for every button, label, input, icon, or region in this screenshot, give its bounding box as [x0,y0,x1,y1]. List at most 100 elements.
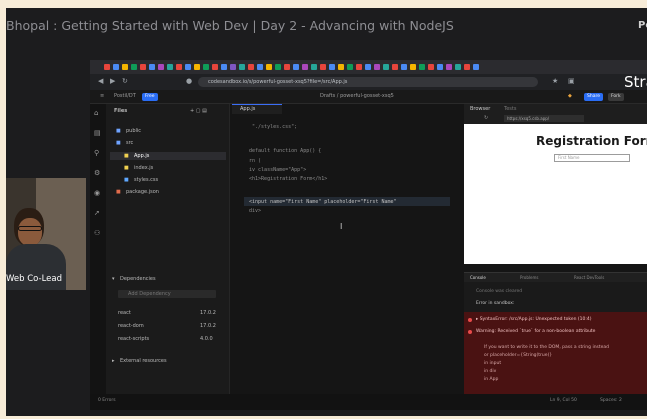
bookmark-favicon-icon[interactable] [446,64,452,70]
bookmark-favicon-icon[interactable] [383,64,389,70]
code-line: div> [246,208,262,214]
bookmark-favicon-icon[interactable] [437,64,443,70]
bookmark-favicon-icon[interactable] [275,64,281,70]
bookmark-favicon-icon[interactable] [122,64,128,70]
bookmark-favicon-icon[interactable] [149,64,155,70]
bookmark-favicon-icon[interactable] [347,64,353,70]
fork-button[interactable]: Fork [608,93,624,101]
participant-video-tile[interactable]: Web Co-Lead [6,178,86,290]
bookmark-favicon-icon[interactable] [140,64,146,70]
tab-react-devtools[interactable]: React DevTools [574,275,604,280]
bookmark-favicon-icon[interactable] [131,64,137,70]
bookmark-favicon-icon[interactable] [113,64,119,70]
bookmark-favicon-icon[interactable] [401,64,407,70]
bookmark-favicon-icon[interactable] [419,64,425,70]
bookmark-favicon-icon[interactable] [104,64,110,70]
bookmark-favicon-icon[interactable] [248,64,254,70]
back-icon[interactable]: ◀ [98,77,103,85]
preview-first-name-input[interactable]: First Name [554,154,630,162]
file-item-public[interactable]: public [126,128,141,134]
settings-icon[interactable]: ⚙ [94,170,101,177]
home-icon[interactable]: ⌂ [94,110,101,117]
deploy-icon[interactable]: ➚ [94,210,101,217]
reload-icon[interactable]: ↻ [122,77,128,85]
dependency-version: 4.0.0 [200,336,213,342]
add-dependency-input[interactable]: Add Dependency [118,290,216,298]
bookmark-favicon-icon[interactable] [464,64,470,70]
js-file-icon: ■ [124,165,129,171]
team-icon[interactable]: ⚇ [94,230,101,237]
bookmark-favicon-icon[interactable] [212,64,218,70]
file-item-styles-css[interactable]: styles.css [134,177,158,183]
preview-reload-icon[interactable]: ↻ [484,115,488,121]
status-cursor-position: Ln 9, Col 50 [550,398,577,403]
external-resources-chevron-icon[interactable]: ▸ [112,358,115,364]
bookmark-favicon-icon[interactable] [239,64,245,70]
bookmark-favicon-icon[interactable] [365,64,371,70]
file-item-src[interactable]: src [126,140,133,146]
bookmark-favicon-icon[interactable] [230,64,236,70]
search-icon[interactable]: ⚲ [94,150,101,157]
new-file-icon[interactable]: + ▢ ▤ [190,108,207,114]
external-resources-header[interactable]: External resources [120,358,167,364]
status-errors[interactable]: 0 Errors [98,398,116,403]
bookmark-favicon-icon[interactable] [185,64,191,70]
dependency-item[interactable]: react [118,310,131,316]
dependency-item[interactable]: react-scripts [118,336,149,342]
editor-tab-app-js[interactable]: App.js [232,104,282,114]
tab-problems[interactable]: Problems [520,275,538,280]
code-editor[interactable]: App.js "./styles.css"; default function … [230,104,456,394]
bookmark-favicon-icon[interactable] [284,64,290,70]
bookmark-favicon-icon[interactable] [392,64,398,70]
dependencies-chevron-icon[interactable]: ▾ [112,276,115,282]
avatar-icon[interactable]: ◆ [568,93,572,99]
menu-icon[interactable]: ≡ [100,93,104,99]
bookmark-favicon-icon[interactable] [176,64,182,70]
console-error-block: ▸ SyntaxError: /src/App.js: Unexpected t… [464,312,647,394]
bookmark-favicon-icon[interactable] [473,64,479,70]
dependencies-header[interactable]: Dependencies [120,276,156,282]
bookmark-favicon-icon[interactable] [428,64,434,70]
bookmark-favicon-icon[interactable] [167,64,173,70]
file-item-package-json[interactable]: package.json [126,189,159,195]
bookmark-favicon-icon[interactable] [356,64,362,70]
sandbox-name[interactable]: Drafts / powerful-gosset-xsq5 [320,93,394,99]
browser-tab[interactable]: Browser [470,106,490,112]
url-input[interactable]: codesandbox.io/s/powerful-gosset-xsq5?fi… [198,77,538,87]
workspace-name[interactable]: Postil/DT [114,93,136,99]
bookmark-favicon-icon[interactable] [338,64,344,70]
dependency-item[interactable]: react-dom [118,323,144,329]
bookmark-favicon-icon[interactable] [302,64,308,70]
bookmark-favicon-icon[interactable] [194,64,200,70]
bookmark-favicon-icon[interactable] [221,64,227,70]
preview-url-input[interactable]: https://xsq5.csb.app/ [504,115,584,122]
bookmark-star-icon[interactable]: ★ [552,77,558,85]
bookmark-favicon-icon[interactable] [293,64,299,70]
tests-tab[interactable]: Tests [504,106,516,112]
console-warning-line: Warning: Received `true` for a non-boole… [476,329,596,334]
folder-icon: ■ [116,128,121,134]
extensions-icon[interactable]: ▣ [568,77,575,85]
bookmark-favicon-icon[interactable] [158,64,164,70]
files-header[interactable]: Files [114,108,127,114]
github-icon[interactable]: ◉ [94,190,101,197]
bookmark-favicon-icon[interactable] [410,64,416,70]
tab-console[interactable]: Console [470,275,486,280]
bookmark-favicon-icon[interactable] [257,64,263,70]
console-detail-line: in App [484,377,499,382]
activity-rail: ⌂ ▤ ⚲ ⚙ ◉ ➚ ⚇ [90,104,106,394]
bookmark-favicon-icon[interactable] [311,64,317,70]
files-icon[interactable]: ▤ [94,130,101,137]
forward-icon[interactable]: ▶ [110,77,115,85]
bookmark-favicon-icon[interactable] [455,64,461,70]
bookmark-favicon-icon[interactable] [266,64,272,70]
bookmark-favicon-icon[interactable] [374,64,380,70]
share-button[interactable]: Share [584,93,603,101]
file-item-app-js[interactable]: App.js [134,153,149,159]
bookmark-favicon-icon[interactable] [203,64,209,70]
bookmark-favicon-icon[interactable] [320,64,326,70]
file-item-index-js[interactable]: index.js [134,165,153,171]
brand-logo-text: Stra [624,73,647,91]
bookmark-favicon-icon[interactable] [329,64,335,70]
video-call-window: Bhopal : Getting Started with Web Dev | … [6,8,647,416]
